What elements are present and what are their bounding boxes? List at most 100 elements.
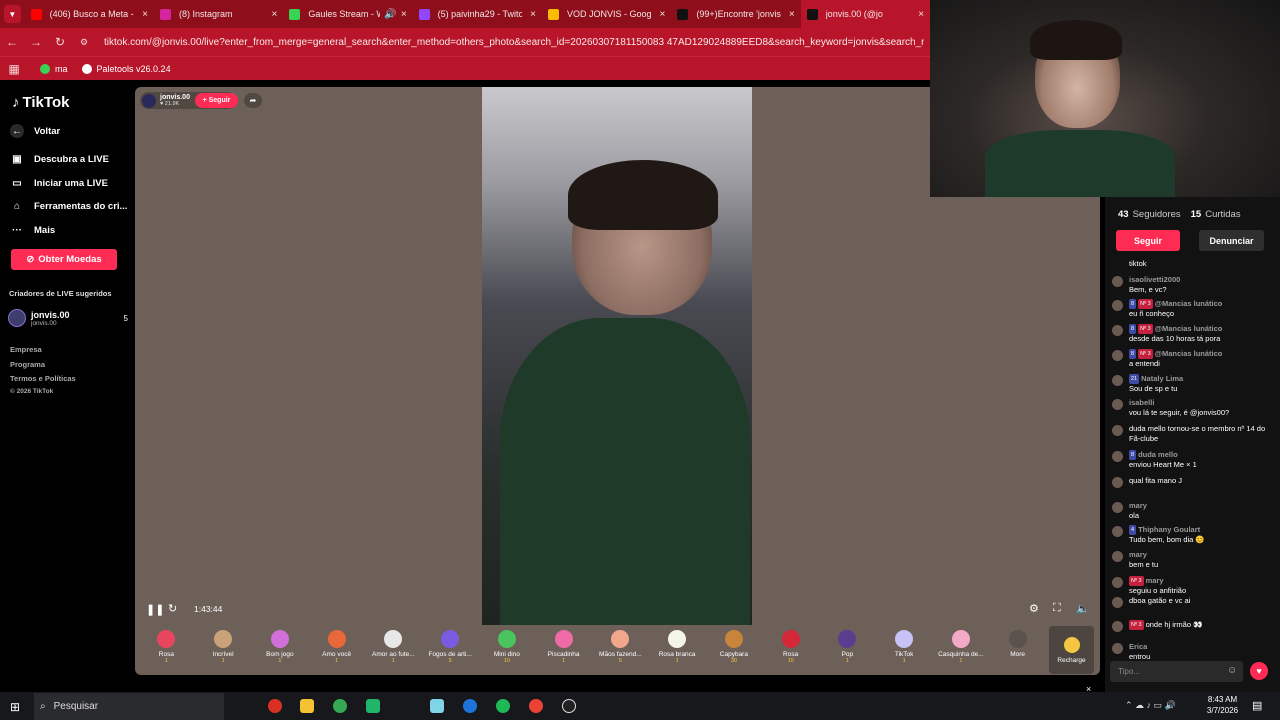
chat-username[interactable]: mary xyxy=(1129,550,1147,559)
suggested-creator-item[interactable]: jonvis.00 jonvis.00 5 xyxy=(8,309,128,327)
notes-app-icon[interactable] xyxy=(430,699,444,713)
gift-item[interactable]: Bom jogo 1 xyxy=(252,626,309,674)
chat-username[interactable]: duda mello xyxy=(1138,450,1178,459)
fullscreen-icon[interactable]: ⛶ xyxy=(1053,602,1061,615)
gift-item[interactable]: Pop 1 xyxy=(819,626,876,674)
gift-item[interactable]: Mãos fazend... 5 xyxy=(592,626,649,674)
chrome-active-icon[interactable] xyxy=(529,699,543,713)
gift-icon xyxy=(157,630,176,648)
sidebar-item-more[interactable]: ··· Mais xyxy=(10,223,55,237)
site-info-icon[interactable]: ⚙ xyxy=(72,37,96,48)
get-coins-button[interactable]: ⊘ Obter Moedas xyxy=(11,249,117,270)
forward-arrow-icon[interactable]: → xyxy=(24,35,48,49)
spotify-icon[interactable] xyxy=(496,699,510,713)
sidebar-item-creator-tools[interactable]: ⌂ Ferramentas do cri... xyxy=(10,199,127,213)
gift-item[interactable]: Fogos de arti... 5 xyxy=(422,626,479,674)
apps-grid-icon[interactable]: ▦ xyxy=(2,62,26,76)
whatsapp-icon[interactable] xyxy=(366,699,380,713)
emoji-icon[interactable]: ☺ xyxy=(1227,665,1237,676)
chat-username[interactable]: isaolivetti2000 xyxy=(1129,275,1180,284)
pause-icon[interactable]: ❚❚ xyxy=(146,603,164,616)
tiktok-logo[interactable]: ♪ TikTok xyxy=(12,94,69,111)
gift-item[interactable]: Mini dino 10 xyxy=(479,626,536,674)
chat-username[interactable]: mary xyxy=(1146,576,1164,585)
browser-tab[interactable]: Gaules Stream - Watc 🔊 × xyxy=(283,0,412,28)
chat-badge: 8 xyxy=(1129,299,1137,309)
app-icon-red[interactable] xyxy=(268,699,282,713)
gift-name: Incrível xyxy=(212,651,234,658)
follow-button[interactable]: + Seguir xyxy=(195,93,238,108)
chat-input[interactable]: Tipo... xyxy=(1110,661,1243,682)
gift-item[interactable]: Rosa 10 xyxy=(762,626,819,674)
reload-icon[interactable]: ↻ xyxy=(48,35,72,49)
chrome-icon[interactable] xyxy=(333,699,347,713)
taskbar-search[interactable]: ⌕ Pesquisar xyxy=(34,693,224,720)
close-icon[interactable]: × xyxy=(271,9,277,20)
avatar xyxy=(1112,597,1123,608)
system-tray-icons[interactable]: ⌃ ☁ ♪ ▭ 🔊 xyxy=(1125,700,1176,711)
volume-icon[interactable]: 🔈 xyxy=(1076,602,1090,615)
settings-icon[interactable]: ⚙ xyxy=(1029,602,1039,615)
chat-follow-button[interactable]: Seguir xyxy=(1116,230,1180,251)
bookmark-ma[interactable]: ma xyxy=(40,63,68,74)
close-icon[interactable]: × xyxy=(660,9,666,20)
chat-username[interactable]: mary xyxy=(1129,501,1147,510)
gift-item[interactable]: More xyxy=(989,626,1046,674)
chat-username[interactable]: Thiphany Goulart xyxy=(1138,525,1200,534)
obs-icon[interactable] xyxy=(562,699,576,713)
heart-icon[interactable]: ♥ xyxy=(1250,662,1268,680)
gift-item[interactable]: Amor ao fute... 1 xyxy=(365,626,422,674)
edge-icon[interactable] xyxy=(463,699,477,713)
browser-tab[interactable]: (99+)Encontre 'jonvis' no × xyxy=(671,0,800,28)
chat-text: bem e tu xyxy=(1129,560,1159,569)
browser-tab[interactable]: (5) paivinha29 - Twitch × xyxy=(413,0,542,28)
browser-tab[interactable]: jonvis.00 (@jo × xyxy=(800,0,931,28)
gift-item[interactable]: Capybara 30 xyxy=(706,626,763,674)
footer-link-terms[interactable]: Termos e Políticas xyxy=(10,374,76,383)
url-field[interactable]: tiktok.com/@jonvis.00/live?enter_from_me… xyxy=(104,37,924,48)
browser-tab[interactable]: (8) Instagram × xyxy=(154,0,283,28)
browser-tab[interactable]: VOD JONVIS - Google Dr × xyxy=(542,0,671,28)
logo-text: TikTok xyxy=(22,94,70,111)
windows-start-icon[interactable]: ⊞ xyxy=(10,700,20,714)
close-icon[interactable]: × xyxy=(142,9,148,20)
gift-item[interactable]: Piscadinha 1 xyxy=(535,626,592,674)
close-icon[interactable]: × xyxy=(530,9,536,20)
chat-username[interactable]: isabelli xyxy=(1129,398,1154,407)
gift-item[interactable]: TikTok 1 xyxy=(876,626,933,674)
file-explorer-icon[interactable] xyxy=(300,699,314,713)
sidebar-item-discover-live[interactable]: ▣ Descubra a LIVE xyxy=(10,152,109,166)
sidebar-item-start-live[interactable]: ▭ Iniciar uma LIVE xyxy=(10,176,108,190)
gift-item[interactable]: Incrível 1 xyxy=(195,626,252,674)
share-icon[interactable]: ➦ xyxy=(244,93,262,108)
tab-search-button[interactable]: ▼ xyxy=(4,5,21,23)
notifications-icon[interactable]: ▤ xyxy=(1252,699,1262,712)
chat-badge: Nº 3 xyxy=(1138,349,1153,359)
close-icon[interactable]: × xyxy=(401,9,407,20)
back-button[interactable]: ← Voltar xyxy=(10,124,60,138)
footer-link-company[interactable]: Empresa xyxy=(10,345,42,354)
chat-username[interactable]: Erica xyxy=(1129,642,1147,651)
webcam-person-hair xyxy=(1030,20,1122,60)
report-button[interactable]: Denunciar xyxy=(1199,230,1264,251)
chat-text: qual fita mano J xyxy=(1129,476,1182,485)
back-arrow-icon[interactable]: ← xyxy=(0,35,24,49)
gift-item[interactable]: Casquinha de... 1 xyxy=(933,626,990,674)
gift-item[interactable]: Rosa 1 xyxy=(138,626,195,674)
chat-username[interactable]: Nataly Lima xyxy=(1141,374,1183,383)
chat-username[interactable]: @Mancias lunático xyxy=(1155,299,1223,308)
refresh-icon[interactable]: ↻ xyxy=(168,602,177,615)
gift-item[interactable]: Rosa branca 1 xyxy=(649,626,706,674)
chat-username[interactable]: @Mancias lunático xyxy=(1155,349,1223,358)
chat-message: 8 Nº 3 @Mancias lunático desde das 10 horas… xyxy=(1112,324,1277,344)
browser-tab[interactable]: (406) Busco a Meta - MC × xyxy=(25,0,154,28)
chat-username[interactable]: @Mancias lunático xyxy=(1155,324,1223,333)
close-icon[interactable]: × xyxy=(789,9,795,20)
close-icon[interactable]: × xyxy=(918,9,924,20)
chat-message: tiktok xyxy=(1112,259,1277,269)
gift-item[interactable]: Amo você 1 xyxy=(308,626,365,674)
recharge-button[interactable]: Recharge xyxy=(1049,626,1094,674)
footer-link-program[interactable]: Programa xyxy=(10,360,45,369)
bookmark-paletools[interactable]: Paletools v26.0.24 xyxy=(81,63,171,74)
taskbar-clock[interactable]: 8:43 AM 3/7/2026 xyxy=(1200,694,1245,716)
